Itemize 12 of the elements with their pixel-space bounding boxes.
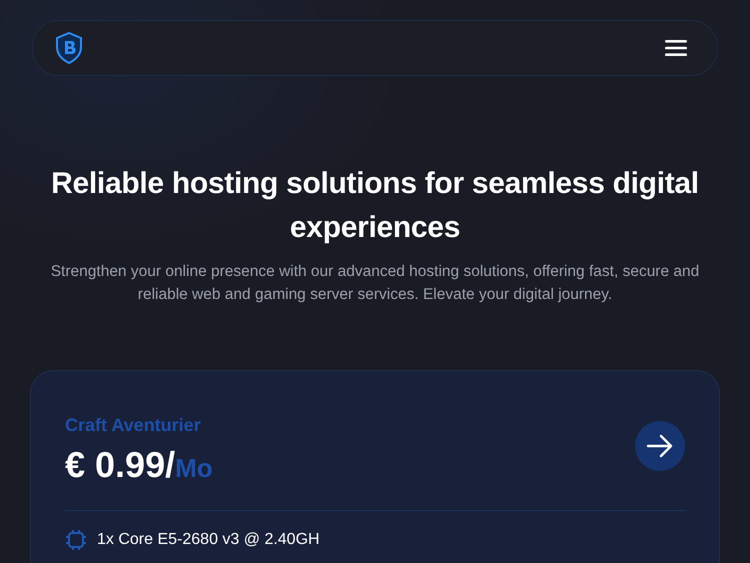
menu-button[interactable] — [665, 40, 687, 56]
arrow-button[interactable] — [635, 421, 685, 471]
plan-name: Craft Aventurier — [65, 415, 202, 436]
menu-icon — [665, 40, 687, 56]
hero-subtitle: Strengthen your online presence with our advanced hosting solutions, offering fast, secure and reliable web and gaming server services. Elevate your digital journey. — [50, 262, 700, 305]
price-period: Mo — [175, 453, 213, 483]
shield-logo-icon[interactable] — [55, 32, 83, 64]
feature-text: 1x Core E5-2680 v3 @ 2.40GH — [97, 531, 320, 549]
cpu-icon — [65, 529, 87, 551]
plan-price: € 0.99/ — [65, 444, 176, 485]
hero-heading: Reliable hosting solutions for seamless digital experiences — [50, 166, 700, 246]
arrow-right-icon — [646, 434, 674, 458]
